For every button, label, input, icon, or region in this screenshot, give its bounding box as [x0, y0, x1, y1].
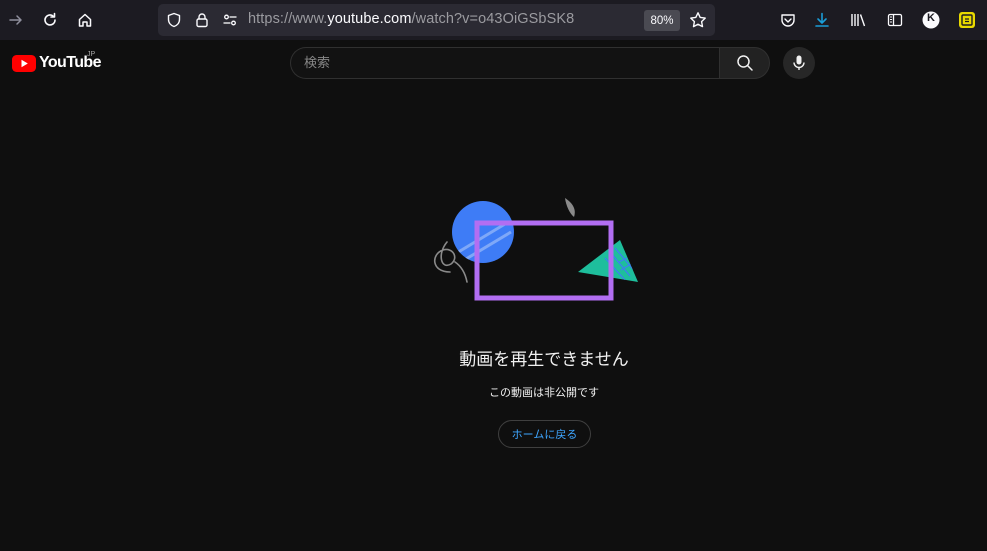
reload-icon — [44, 12, 56, 26]
home-icon — [78, 13, 92, 27]
error-subtitle: この動画は非公開です — [489, 386, 599, 399]
reload-button[interactable] — [36, 6, 64, 34]
browser-toolbar: https://www.youtube.com/watch?v=o43OiGSb… — [0, 0, 987, 40]
lock-icon[interactable] — [192, 10, 212, 30]
profile-initial: K — [927, 12, 935, 24]
voice-search-button[interactable] — [783, 47, 815, 79]
address-bar[interactable]: https://www.youtube.com/watch?v=o43OiGSb… — [158, 4, 715, 36]
url-text[interactable]: https://www.youtube.com/watch?v=o43OiGSb… — [248, 11, 574, 27]
grey-drop-shape — [565, 198, 575, 217]
search-input[interactable] — [304, 48, 704, 78]
url-path: /watch?v=o43OiGSbSK8 — [411, 11, 575, 27]
url-prefix: https://www. — [248, 11, 328, 27]
sidebar-toggle-icon[interactable] — [884, 9, 906, 31]
return-home-button[interactable]: ホームに戻る — [498, 420, 591, 448]
pocket-icon[interactable] — [777, 9, 799, 31]
forward-button[interactable] — [2, 6, 30, 34]
search-icon — [736, 55, 753, 71]
arrow-right-icon — [9, 15, 22, 25]
zoom-level-badge[interactable]: 80% — [644, 10, 680, 31]
microphone-icon — [793, 55, 805, 70]
region-code: JP — [87, 51, 96, 58]
unavailable-video-illustration — [434, 198, 638, 301]
url-host: youtube.com — [327, 11, 412, 27]
permissions-icon[interactable] — [220, 10, 240, 30]
tracking-shield-icon[interactable] — [164, 10, 184, 30]
blue-circle-shape — [452, 201, 514, 263]
profile-avatar[interactable]: K — [920, 9, 942, 31]
search-box — [290, 47, 720, 79]
extension-icon[interactable] — [956, 9, 978, 31]
library-icon[interactable] — [848, 9, 870, 31]
youtube-play-icon — [12, 54, 36, 72]
bookmark-star-icon[interactable] — [688, 10, 708, 30]
download-icon[interactable] — [811, 9, 833, 31]
error-title: 動画を再生できません — [459, 350, 629, 370]
search-button[interactable] — [719, 47, 770, 79]
home-browser-button[interactable] — [71, 6, 99, 34]
